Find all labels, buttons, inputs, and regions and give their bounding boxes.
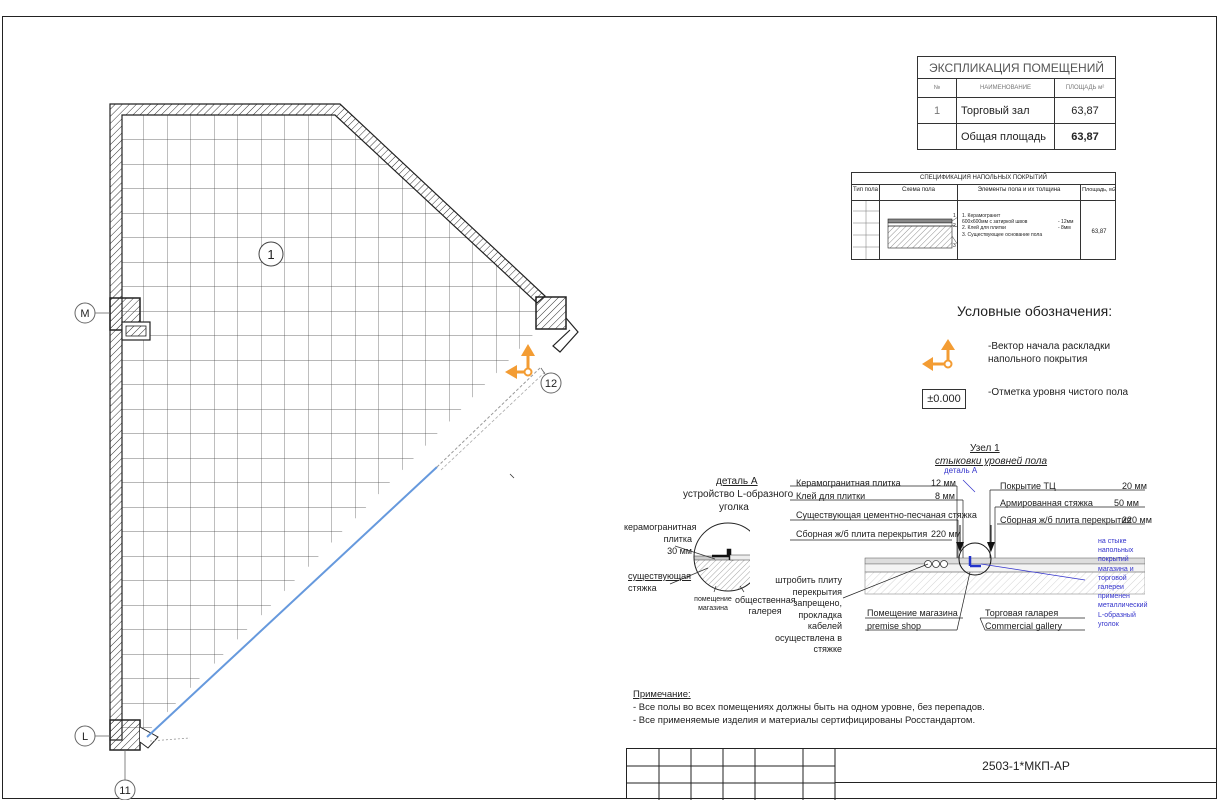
node1-left-thick-2: 8 мм <box>935 491 955 501</box>
spec-type-grid <box>853 201 879 259</box>
node1-shop-en: premise shop <box>867 621 922 631</box>
blue-note-9: L-образный <box>1098 611 1136 619</box>
total-label: Общая площадь <box>956 123 1055 150</box>
detail-a-tile-3: 30 мм <box>667 546 692 556</box>
floor-plan: 1 М L 11 12 <box>74 103 579 800</box>
node1-shop-ru: Помещение магазина <box>867 608 958 618</box>
blue-note-2: напольных <box>1098 547 1134 555</box>
axis-m-label: М <box>80 308 89 320</box>
axis-12-label: 12 <box>545 378 557 390</box>
detail-a-shop-label: помещение магазина <box>688 595 738 613</box>
axis-l-label: L <box>82 731 88 743</box>
detail-a-tile-1: керамогранитная <box>624 522 697 532</box>
col-name: НАИМЕНОВАНИЕ <box>956 78 1055 98</box>
blue-note-3: покрытий <box>1098 556 1129 564</box>
spec-area: 63,87 <box>1091 229 1107 235</box>
blue-note-8: металлический <box>1098 602 1148 610</box>
node1-title: Узел 1 <box>970 443 1000 454</box>
title-block: 2503-1*МКП-АР <box>626 748 1217 800</box>
legend-vector-text: -Вектор начала раскладки напольного покр… <box>988 340 1110 366</box>
title-block-grid <box>627 749 836 800</box>
row-area: 63,87 <box>1054 97 1116 124</box>
spec-layer-1: 1 <box>953 213 956 219</box>
blue-note-7: применен <box>1098 593 1130 601</box>
blue-note-4: магазина и <box>1098 565 1134 573</box>
row-name: Торговый зал <box>956 97 1055 124</box>
spec-col-scheme: Схема пола <box>901 187 936 193</box>
detail-a-shop-2: магазина <box>698 605 728 612</box>
detail-a-tile-label: керамогранитная плитка 30 мм <box>624 521 697 557</box>
notes-title: Примечание: <box>633 689 691 700</box>
node1-right-thick-1: 20 мм <box>1122 481 1147 491</box>
explication-table: ЭКСПЛИКАЦИЯ ПОМЕЩЕНИЙ № НАИМЕНОВАНИЕ ПЛО… <box>917 56 1116 150</box>
node1-left-layer-2: Клей для плитки <box>796 491 866 501</box>
notes-line-1: - Все полы во всех помещениях должны быт… <box>633 702 985 713</box>
blue-note-6: галереи <box>1098 584 1124 592</box>
level-text: -Отметка уровня чистого пола <box>988 387 1129 398</box>
blue-note-1: на стыке <box>1098 538 1127 545</box>
col-num: № <box>917 78 957 98</box>
legend-vector-icon <box>922 339 955 371</box>
blue-note-5: торговой <box>1098 574 1127 582</box>
node1-right-thick-3: 220 мм <box>1122 515 1152 525</box>
spec-col-type: Тип пола <box>853 187 878 193</box>
detail-a-tile-2: плитка <box>663 534 692 544</box>
legend-title: Условные обозначения: <box>957 303 1113 319</box>
node1-right-layer-1: Покрытие ТЦ <box>1000 481 1056 491</box>
column-l <box>109 719 141 751</box>
detail-a-subtitle-2: уголка <box>719 502 749 513</box>
node1-right-layer-2: Армированная стяжка <box>1000 498 1093 508</box>
detail-a-screed-1: существующая <box>628 571 692 581</box>
node1-left-thick-4: 220 мм <box>931 529 961 539</box>
notes: Примечание: - Все полы во всех помещения… <box>633 688 985 727</box>
detail-a-screed-2: стяжка <box>628 583 657 593</box>
spec-col-area: Площадь, м2 <box>1082 187 1116 193</box>
axis-11-label: 11 <box>119 785 130 797</box>
node1-gallery-ru: Торговая галарея <box>985 608 1059 618</box>
node1-gallery-en: Commercial gallery <box>985 621 1063 631</box>
level-symbol: ±0.000 <box>922 389 966 409</box>
spec-elements: 1. Керамогранит 600х600мм с затиркой шво… <box>962 213 1042 238</box>
floor-spec-table: СПЕЦИФИКАЦИЯ НАПОЛЬНЫХ ПОКРЫТИЙ Тип пола… <box>851 172 1116 260</box>
spec-element-3: 3. Существующее основание пола <box>962 231 1043 238</box>
legend-vector-text-1: -Вектор начала раскладки <box>988 341 1111 352</box>
column-12 <box>535 296 567 330</box>
spec-scheme-drawing <box>887 216 958 249</box>
row-num: 1 <box>917 97 957 124</box>
detail-a-shop-1: помещение <box>694 596 732 603</box>
total-area: 63,87 <box>1054 123 1116 150</box>
detail-a-subtitle-1: устройство L-образного <box>683 489 794 500</box>
explication-title: ЭКСПЛИКАЦИЯ ПОМЕЩЕНИЙ <box>917 56 1116 79</box>
detail-a-screed-label: существующая стяжка <box>628 570 691 594</box>
blue-note-10: уголок <box>1098 620 1119 628</box>
node1-left-layer-3: Существующая цементно-песчаная стяжка <box>796 510 977 520</box>
spec-col-elements: Элементы пола и их толщина <box>977 187 1061 193</box>
room-number: 1 <box>267 247 274 262</box>
cable-note-7: стяжке <box>813 644 842 654</box>
spec-layer-3: 3 <box>953 243 956 249</box>
legend-vector-text-2: напольного покрытия <box>988 354 1088 365</box>
node1-blue-note: на стыке напольных покрытий магазина и т… <box>1098 537 1148 629</box>
detail-a-title: деталь А <box>716 476 758 487</box>
node1-left-layer-4: Сборная ж/б плита перекрытия <box>796 529 928 539</box>
spec-layer-2: 2 <box>953 223 956 229</box>
node1-left-thick-1: 12 мм <box>931 478 956 488</box>
notes-line-2: - Все применяемые изделия и материалы се… <box>633 715 976 726</box>
node1-left-layer-1: Керамогранитная плитка <box>796 478 901 488</box>
drawing-code: 2503-1*МКП-АР <box>835 749 1217 783</box>
node1-right-thick-2: 50 мм <box>1114 498 1139 508</box>
spec-thick-2: - 8мм <box>1058 225 1071 231</box>
col-area: ПЛОЩАДЬ м² <box>1054 78 1116 98</box>
node1-right-layer-3: Сборная ж/б плита перекрытия <box>1000 515 1132 525</box>
